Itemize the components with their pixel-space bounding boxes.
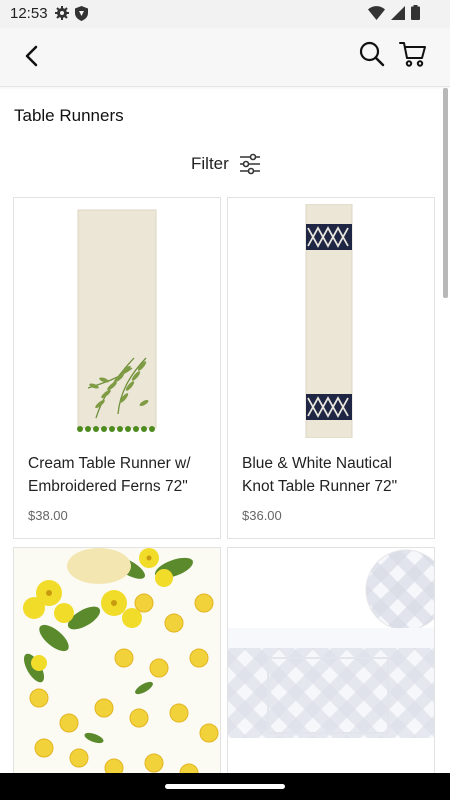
back-button[interactable] <box>18 42 46 70</box>
product-name[interactable]: Blue & White Nautical Knot Table Runner … <box>242 452 422 498</box>
cart-icon <box>399 42 426 67</box>
product-image-fern-runner <box>77 209 157 432</box>
signal-icon <box>391 5 405 25</box>
cart-button[interactable] <box>398 40 428 68</box>
wifi-icon <box>368 5 385 25</box>
product-card[interactable]: Cream Table Runner w/ Embroidered Ferns … <box>13 197 221 539</box>
home-handle[interactable] <box>165 784 285 789</box>
product-card[interactable] <box>13 547 221 787</box>
search-button[interactable] <box>358 40 386 68</box>
filter-button[interactable]: Filter <box>191 150 261 178</box>
page-title: Table Runners <box>14 106 124 125</box>
status-bar: 12:53 <box>0 0 450 28</box>
search-icon <box>359 41 385 67</box>
product-card[interactable] <box>227 547 435 787</box>
product-image-nautical-runner <box>305 204 353 438</box>
back-icon <box>25 45 38 67</box>
scrollbar[interactable] <box>443 88 448 298</box>
filter-icon <box>239 153 260 175</box>
filter-label: Filter <box>191 154 229 173</box>
product-image-gingham-runner <box>228 548 434 786</box>
gear-icon <box>55 6 69 26</box>
product-price: $36.00 <box>242 508 282 523</box>
status-time: 12:53 <box>10 5 48 22</box>
app-bar <box>0 28 450 87</box>
product-card[interactable]: Blue & White Nautical Knot Table Runner … <box>227 197 435 539</box>
shield-icon <box>75 6 88 26</box>
product-name[interactable]: Cream Table Runner w/ Embroidered Ferns … <box>28 452 208 498</box>
system-nav-bar <box>0 773 450 800</box>
battery-icon <box>411 5 420 25</box>
product-price: $38.00 <box>28 508 68 523</box>
product-image-lemon-runner <box>14 548 220 786</box>
